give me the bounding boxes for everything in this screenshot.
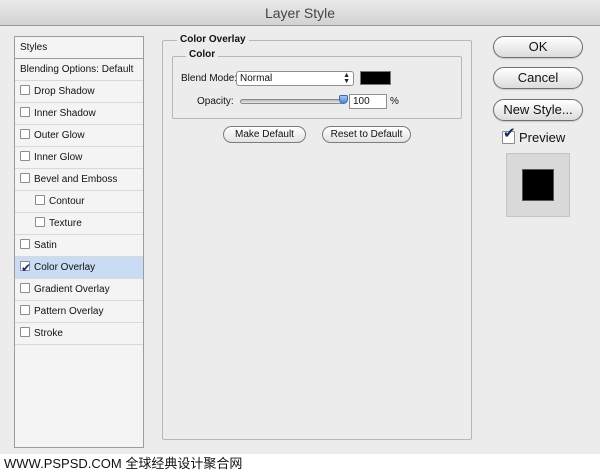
texture-checkbox[interactable] xyxy=(35,217,45,227)
inner-glow-checkbox[interactable] xyxy=(20,151,30,161)
style-item-pattern-overlay[interactable]: Pattern Overlay xyxy=(15,301,143,323)
window-titlebar: Layer Style xyxy=(0,0,600,26)
inner-shadow-label: Inner Shadow xyxy=(34,108,96,119)
opacity-unit: % xyxy=(390,96,399,107)
styles-header[interactable]: Styles xyxy=(15,37,143,59)
gradient-overlay-label: Gradient Overlay xyxy=(34,284,110,295)
reset-to-default-label: Reset to Default xyxy=(330,129,403,140)
preview-checkbox[interactable] xyxy=(502,126,516,144)
preview-swatch xyxy=(522,169,554,201)
styles-header-label: Styles xyxy=(20,42,48,53)
watermark-text: WWW.PSPSD.COM 全球经典设计聚合网 xyxy=(4,456,243,471)
cancel-button[interactable]: Cancel xyxy=(493,67,583,89)
select-arrows-icon: ▲ ▼ xyxy=(343,72,350,85)
blending-options-item[interactable]: Blending Options: Default xyxy=(15,59,143,81)
inner-shadow-checkbox[interactable] xyxy=(20,107,30,117)
opacity-label: Opacity: xyxy=(197,96,234,107)
style-item-stroke[interactable]: Stroke xyxy=(15,323,143,345)
stroke-checkbox[interactable] xyxy=(20,327,30,337)
blend-mode-value: Normal xyxy=(240,73,273,84)
opacity-value: 100 xyxy=(353,96,370,107)
contour-label: Contour xyxy=(49,196,85,207)
style-item-satin[interactable]: Satin xyxy=(15,235,143,257)
style-item-texture[interactable]: Texture xyxy=(15,213,143,235)
new-style-button[interactable]: New Style... xyxy=(493,99,583,121)
satin-label: Satin xyxy=(34,240,57,251)
drop-shadow-label: Drop Shadow xyxy=(34,86,95,97)
style-item-inner-shadow[interactable]: Inner Shadow xyxy=(15,103,143,125)
style-item-contour[interactable]: Contour xyxy=(15,191,143,213)
style-preview-thumbnail xyxy=(506,153,570,217)
style-item-inner-glow[interactable]: Inner Glow xyxy=(15,147,143,169)
pattern-overlay-checkbox[interactable] xyxy=(20,305,30,315)
satin-checkbox[interactable] xyxy=(20,239,30,249)
overlay-color-swatch[interactable] xyxy=(360,71,391,85)
blending-options-label: Blending Options: Default xyxy=(20,64,134,75)
make-default-button[interactable]: Make Default xyxy=(223,126,306,143)
preview-toggle[interactable]: Preview xyxy=(502,126,566,146)
watermark-footer: WWW.PSPSD.COM 全球经典设计聚合网 xyxy=(0,454,600,474)
stroke-label: Stroke xyxy=(34,328,63,339)
bevel-emboss-checkbox[interactable] xyxy=(20,173,30,183)
pattern-overlay-label: Pattern Overlay xyxy=(34,306,104,317)
outer-glow-checkbox[interactable] xyxy=(20,129,30,139)
reset-to-default-button[interactable]: Reset to Default xyxy=(322,126,411,143)
opacity-slider[interactable] xyxy=(240,99,344,104)
style-item-outer-glow[interactable]: Outer Glow xyxy=(15,125,143,147)
new-style-label: New Style... xyxy=(503,102,573,117)
color-overlay-title: Color Overlay xyxy=(177,34,249,46)
contour-checkbox[interactable] xyxy=(35,195,45,205)
cancel-label: Cancel xyxy=(517,70,559,85)
opacity-input[interactable]: 100 xyxy=(349,94,387,109)
color-overlay-checkbox[interactable] xyxy=(20,257,31,278)
texture-label: Texture xyxy=(49,218,82,229)
inner-glow-label: Inner Glow xyxy=(34,152,83,163)
outer-glow-label: Outer Glow xyxy=(34,130,85,141)
drop-shadow-checkbox[interactable] xyxy=(20,85,30,95)
make-default-label: Make Default xyxy=(235,129,294,140)
color-group xyxy=(172,56,462,119)
styles-list: Styles Blending Options: Default Drop Sh… xyxy=(14,36,144,448)
style-item-bevel-emboss[interactable]: Bevel and Emboss xyxy=(15,169,143,191)
preview-label: Preview xyxy=(519,130,566,145)
blend-mode-label: Blend Mode: xyxy=(181,73,238,84)
ok-label: OK xyxy=(528,39,548,54)
bevel-emboss-label: Bevel and Emboss xyxy=(34,174,118,185)
window-title: Layer Style xyxy=(264,5,336,21)
style-item-gradient-overlay[interactable]: Gradient Overlay xyxy=(15,279,143,301)
color-group-title: Color xyxy=(186,49,219,61)
layer-style-dialog: Styles Blending Options: Default Drop Sh… xyxy=(0,26,600,454)
blend-mode-select[interactable]: Normal ▲ ▼ xyxy=(236,71,354,86)
opacity-slider-handle[interactable] xyxy=(339,95,348,104)
gradient-overlay-checkbox[interactable] xyxy=(20,283,30,293)
color-overlay-label: Color Overlay xyxy=(34,262,96,273)
style-item-drop-shadow[interactable]: Drop Shadow xyxy=(15,81,143,103)
ok-button[interactable]: OK xyxy=(493,36,583,58)
style-item-color-overlay[interactable]: Color Overlay xyxy=(15,257,143,279)
